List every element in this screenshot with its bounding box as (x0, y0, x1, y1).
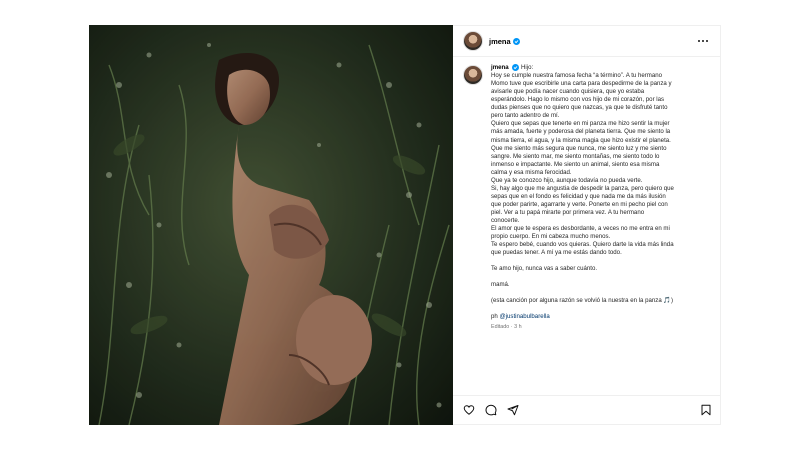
photo-credit-prefix: ph (491, 313, 498, 321)
caption-line: sangre. Me siento mar, me siento montaña… (491, 152, 660, 160)
caption-line: conocerte. (491, 217, 520, 224)
edited-timestamp: Editado · 3 h (491, 324, 522, 331)
caption-line: Que ya te conozco hijo, aunque todavía n… (491, 176, 643, 184)
caption-line: Si, hay algo que me angustia de despedir… (491, 184, 674, 192)
caption-line: avisarle que podía nacer cuando quisiera… (491, 88, 645, 96)
caption-line: Hoy se cumple nuestra famosa fecha “a té… (491, 72, 663, 80)
caption-line: más amada, fuerte y poderosa del planeta… (491, 128, 671, 136)
verified-icon (512, 64, 520, 71)
caption-area: jmena Hijo: Hoy se cumple nuestra famosa… (453, 57, 720, 395)
photographer-mention-link[interactable]: @justinabulbarella (499, 313, 549, 320)
caption-author-avatar[interactable] (463, 65, 483, 85)
caption-username[interactable]: jmena (491, 64, 509, 71)
author-avatar[interactable] (463, 31, 483, 51)
post-actions-bar (453, 395, 720, 424)
caption-line: que poder parirte, agarrarte y verte. Po… (491, 200, 668, 208)
caption-line: Hijo: (521, 64, 534, 72)
comment-icon[interactable] (485, 404, 497, 416)
caption-line: que puedas tener. A mí ya me estás dando… (491, 249, 622, 257)
caption-signature: mamá. (491, 281, 510, 289)
caption-line: sepas que en el fondo es felicidad y que… (491, 192, 666, 200)
caption-line: Quiero que sepas que tenerte en mi panza… (491, 120, 670, 128)
more-options-icon[interactable] (694, 36, 713, 47)
post-photo[interactable] (89, 25, 453, 425)
caption-line: El amor que te espera es desbordante, a … (491, 225, 670, 233)
caption-closing: Te amo hijo, nunca vas a saber cuánto. (491, 265, 598, 273)
post-header: jmena (453, 26, 720, 57)
caption-line: pero tanto adentro de mí. (491, 112, 560, 120)
heart-icon[interactable] (463, 404, 475, 416)
caption-line: calma y esa misma ferocidad. (491, 168, 572, 176)
bookmark-icon[interactable] (700, 404, 712, 416)
caption-line: Que me siento más segura que nunca, me s… (491, 144, 667, 152)
instagram-post: jmena jmena Hijo: Hoy se cumple nuestra … (89, 25, 721, 425)
post-side-panel: jmena jmena Hijo: Hoy se cumple nuestra … (453, 25, 721, 425)
caption-line: Momo tuve que escribirle una carta para … (491, 80, 672, 88)
caption-line: dudas pienses que no quiero que nazcas, … (491, 104, 668, 112)
author-username[interactable]: jmena (489, 37, 511, 46)
caption-line: piel. Ver a tu papá mirarte por primera … (491, 208, 645, 216)
verified-icon (512, 37, 520, 45)
caption-text: jmena Hijo: Hoy se cumple nuestra famosa… (491, 64, 674, 395)
share-icon[interactable] (507, 404, 519, 416)
caption-note: (esta canción por alguna razón se volvió… (491, 297, 674, 305)
caption-line: inmenso e impactante. Me siento un anima… (491, 160, 660, 168)
caption-line: Te espero bebé, cuando vos quieras. Quie… (491, 241, 674, 249)
caption-line: propio cuerpo. En mi cabeza mucho menos. (491, 233, 611, 241)
caption-line: misma tierra, el agua, y la misma magia … (491, 136, 671, 144)
post-image-illustration (89, 25, 453, 425)
caption-line: esperándolo. Hago lo mismo con vos hijo … (491, 96, 665, 104)
